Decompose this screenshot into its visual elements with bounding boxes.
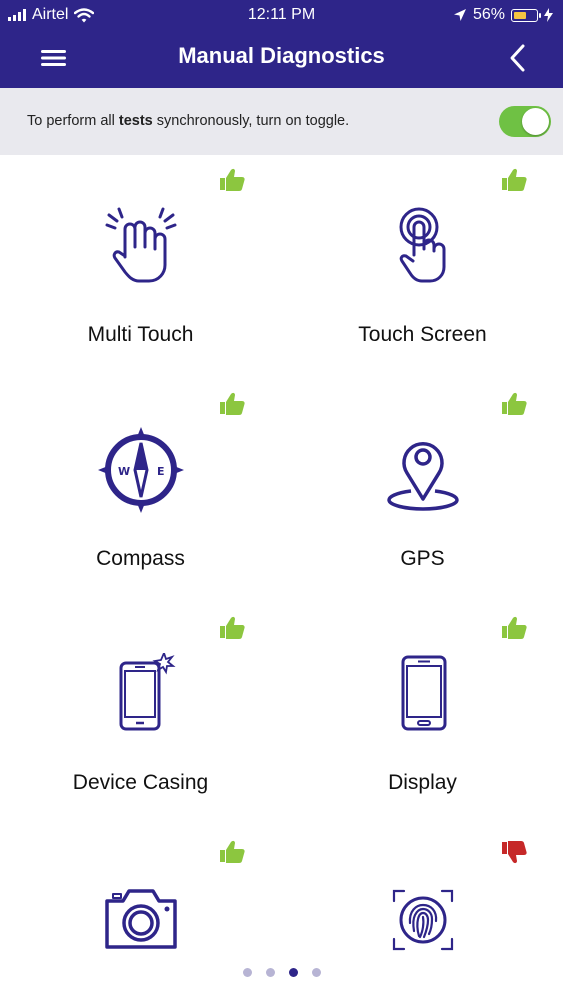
page-title: Manual Diagnostics: [178, 43, 385, 68]
page-dot[interactable]: [311, 968, 321, 977]
camera-icon: [104, 889, 177, 949]
touch-screen-icon: [399, 207, 445, 283]
sync-toggle-row: To perform all tests synchronously, turn…: [0, 88, 563, 155]
page-dot[interactable]: [242, 968, 252, 977]
toggle-text-bold: tests: [118, 113, 153, 129]
gps-pin-icon: [386, 442, 459, 511]
thumbs-up-icon: [220, 392, 245, 415]
test-label: Compass: [96, 547, 185, 570]
chevron-left-icon: [510, 44, 525, 72]
app-header: Airtel 12:11 PM 56% Manual Diagnostics: [0, 0, 563, 88]
toggle-knob: [522, 108, 549, 135]
icon-holder: [282, 653, 563, 733]
toggle-text-part: To perform all: [27, 113, 119, 129]
test-tile-multi-touch[interactable]: Multi Touch: [0, 155, 281, 379]
fingerprint-icon: [392, 889, 453, 951]
test-label: Touch Screen: [358, 323, 487, 346]
icon-holder: [0, 653, 281, 733]
test-tile-compass[interactable]: W E Compass: [0, 379, 281, 603]
battery-percent: 56%: [472, 6, 505, 23]
test-label: Device Casing: [72, 771, 209, 794]
test-tile-fingerprint[interactable]: [282, 827, 563, 967]
icon-holder: [0, 877, 281, 957]
test-label: GPS: [400, 547, 445, 570]
thumbs-down-icon: [502, 841, 527, 864]
back-button[interactable]: [505, 42, 533, 74]
thumbs-up-icon: [502, 168, 527, 191]
status-right: 56%: [453, 6, 553, 24]
sync-toggle-switch[interactable]: [499, 106, 551, 137]
compass-icon: W E: [97, 427, 184, 513]
icon-holder: [282, 877, 563, 957]
test-label: Multi Touch: [87, 323, 194, 346]
test-tile-display[interactable]: Display: [282, 603, 563, 827]
page-indicator: [0, 968, 563, 977]
status-bar: Airtel 12:11 PM 56%: [0, 0, 563, 30]
thumbs-up-icon: [220, 168, 245, 191]
charging-icon: [544, 8, 553, 22]
location-arrow-icon: [453, 9, 466, 21]
compass-west-label: W: [118, 465, 130, 478]
device-casing-icon: [119, 653, 176, 731]
display-icon: [401, 655, 446, 731]
compass-east-label: E: [157, 465, 165, 478]
page-dot-active[interactable]: [288, 968, 298, 977]
test-tile-device-casing[interactable]: Device Casing: [0, 603, 281, 827]
icon-holder: [282, 205, 563, 285]
thumbs-up-icon: [502, 616, 527, 639]
battery-icon: [511, 8, 541, 22]
icon-holder: W E: [0, 427, 281, 513]
thumbs-up-icon: [220, 616, 245, 639]
icon-holder: [282, 429, 563, 511]
test-label: Display: [388, 771, 457, 794]
page-dot[interactable]: [265, 968, 275, 977]
thumbs-up-icon: [502, 392, 527, 415]
test-tile-touch-screen[interactable]: Touch Screen: [282, 155, 563, 379]
test-tile-camera[interactable]: [0, 827, 281, 967]
test-tile-gps[interactable]: GPS: [282, 379, 563, 603]
multi-touch-icon: [105, 207, 176, 283]
thumbs-up-icon: [220, 840, 245, 863]
toggle-text-part: synchronously, turn on toggle.: [152, 113, 350, 129]
sync-toggle-text: To perform all tests synchronously, turn…: [27, 113, 349, 129]
icon-holder: [0, 205, 281, 285]
